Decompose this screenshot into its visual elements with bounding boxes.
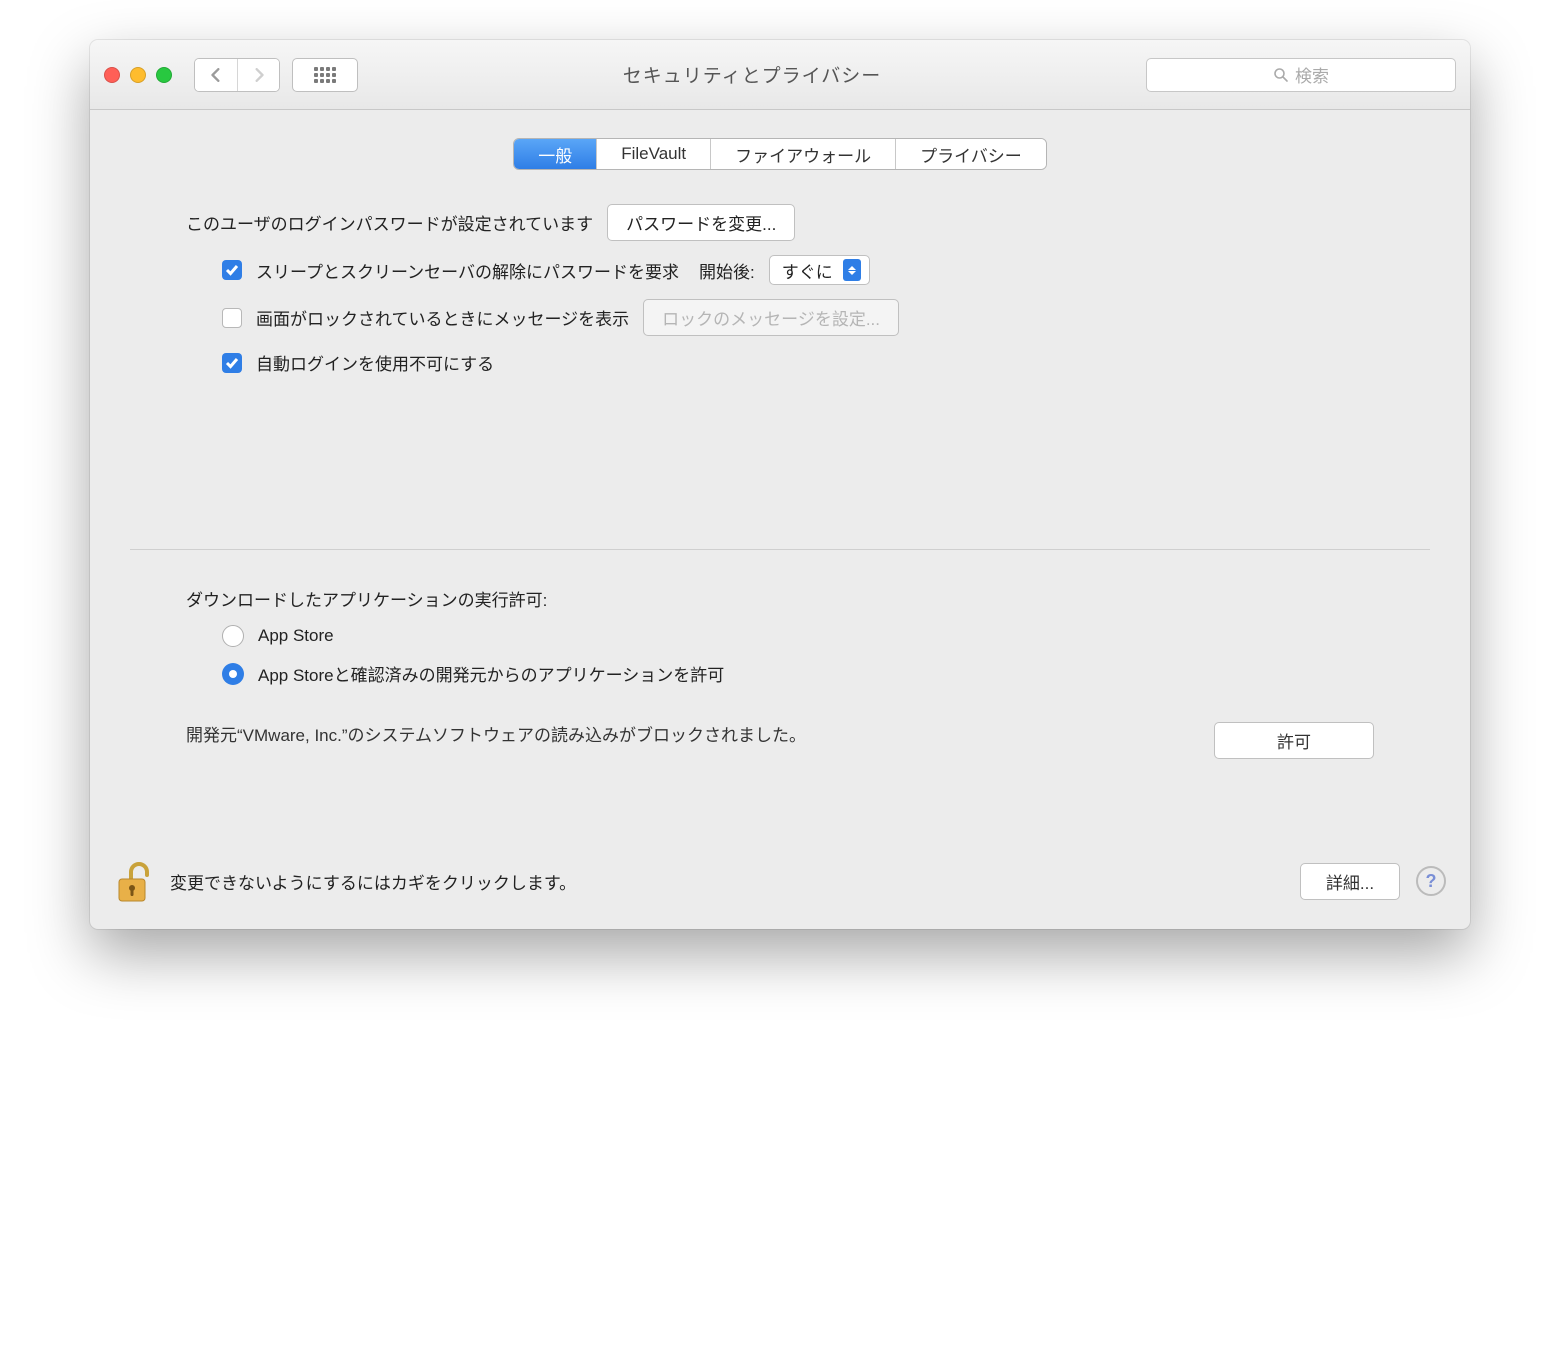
- tab-filevault[interactable]: FileVault: [596, 139, 710, 169]
- search-placeholder: 検索: [1295, 62, 1329, 87]
- footer: 変更できないようにするにはカギをクリックします。 詳細... ?: [90, 841, 1470, 929]
- back-button[interactable]: [195, 59, 237, 91]
- disable-autologin-label: 自動ログインを使用不可にする: [256, 350, 494, 375]
- toolbar: セキュリティとプライバシー 検索: [90, 40, 1470, 110]
- password-set-label: このユーザのログインパスワードが設定されています: [186, 210, 593, 235]
- close-window-button[interactable]: [104, 67, 120, 83]
- window-controls: [104, 67, 172, 83]
- grid-icon: [314, 67, 336, 83]
- set-lock-message-button[interactable]: ロックのメッセージを設定...: [643, 299, 899, 336]
- checkmark-icon: [225, 356, 239, 370]
- radio-identified-label: App Storeと確認済みの開発元からのアプリケーションを許可: [258, 661, 724, 686]
- allow-button[interactable]: 許可: [1214, 722, 1374, 759]
- allow-apps-heading: ダウンロードしたアプリケーションの実行許可:: [186, 586, 547, 611]
- minimize-window-button[interactable]: [130, 67, 146, 83]
- search-field[interactable]: 検索: [1146, 58, 1456, 92]
- tab-privacy[interactable]: プライバシー: [895, 139, 1046, 169]
- tab-firewall[interactable]: ファイアウォール: [710, 139, 895, 169]
- checkmark-icon: [225, 263, 239, 277]
- nav-segment: [194, 58, 280, 92]
- divider: [130, 549, 1430, 550]
- show-all-button[interactable]: [292, 58, 358, 92]
- tab-general[interactable]: 一般: [514, 139, 596, 169]
- show-lock-message-label: 画面がロックされているときにメッセージを表示: [256, 305, 629, 330]
- forward-button[interactable]: [237, 59, 279, 91]
- general-panel: このユーザのログインパスワードが設定されています パスワードを変更... スリー…: [130, 204, 1430, 819]
- content-area: 一般 FileVault ファイアウォール プライバシー このユーザのログインパ…: [90, 110, 1470, 841]
- advanced-button[interactable]: 詳細...: [1300, 863, 1400, 900]
- preferences-window: セキュリティとプライバシー 検索 一般 FileVault ファイアウォール プ…: [90, 40, 1470, 929]
- tab-bar: 一般 FileVault ファイアウォール プライバシー: [130, 138, 1430, 170]
- unlocked-lock-icon: [115, 859, 153, 905]
- zoom-window-button[interactable]: [156, 67, 172, 83]
- require-password-checkbox[interactable]: [222, 260, 242, 280]
- stepper-icon: [843, 259, 861, 281]
- radio-appstore-identified[interactable]: [222, 663, 244, 685]
- help-button[interactable]: ?: [1416, 866, 1446, 896]
- after-label: 開始後:: [699, 258, 755, 283]
- blocked-software-message: 開発元“VMware, Inc.”のシステムソフトウェアの読み込みがブロックされ…: [186, 722, 1184, 749]
- change-password-button[interactable]: パスワードを変更...: [607, 204, 795, 241]
- require-password-label: スリープとスクリーンセーバの解除にパスワードを要求: [256, 258, 679, 283]
- disable-autologin-checkbox[interactable]: [222, 353, 242, 373]
- radio-appstore-label: App Store: [258, 626, 334, 646]
- lock-button[interactable]: [114, 857, 154, 905]
- radio-appstore-only[interactable]: [222, 625, 244, 647]
- delay-value: すぐに: [782, 258, 833, 283]
- window-title: セキュリティとプライバシー: [370, 61, 1134, 88]
- lock-message: 変更できないようにするにはカギをクリックします。: [170, 869, 1284, 894]
- show-lock-message-checkbox[interactable]: [222, 308, 242, 328]
- delay-select[interactable]: すぐに: [769, 255, 870, 285]
- search-icon: [1273, 67, 1289, 83]
